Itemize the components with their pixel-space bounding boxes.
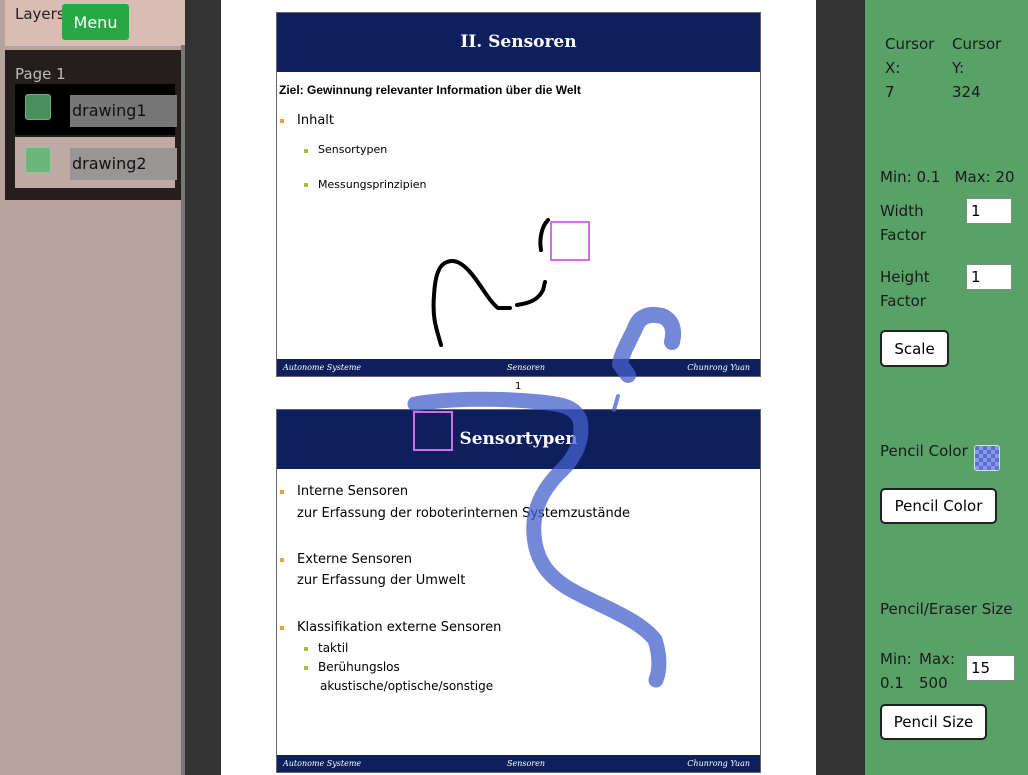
pencil-size-input[interactable] [966, 655, 1015, 681]
layer-item-drawing1[interactable]: drawing1 [15, 84, 177, 135]
bullet-marker [304, 647, 308, 651]
pencil-color-label: Pencil Color [880, 442, 968, 460]
slide-footer: Autonome Systeme Sensoren Chunrong Yuan [277, 755, 760, 772]
layer-color-swatch[interactable] [25, 147, 51, 173]
cursor-y-value: 324 [952, 83, 981, 101]
size-max-label: Max: 500 [919, 650, 956, 692]
pencil-size-button[interactable]: Pencil Size [880, 704, 987, 740]
slide-goal-text: Ziel: Gewinnung relevanter Information ü… [279, 83, 581, 97]
width-factor-label: Width Factor [880, 202, 926, 244]
cursor-y-label: Cursor Y: [952, 35, 1002, 77]
sub-bullet-desc: akustische/optische/sonstige [320, 679, 494, 693]
scale-button[interactable]: Scale [880, 330, 949, 367]
layer-name-field[interactable]: drawing1 [70, 95, 177, 127]
pencil-size-label: Pencil/Eraser Size [880, 600, 1013, 618]
pencil-color-button[interactable]: Pencil Color [880, 488, 997, 524]
height-factor-label: Height Factor [880, 268, 930, 310]
bullet-desc: zur Erfassung der Umwelt [297, 573, 466, 588]
slide-title: II. Sensoren [277, 13, 760, 72]
slide-footer: Autonome Systeme Sensoren Chunrong Yuan [277, 359, 760, 376]
layer-name-field[interactable]: drawing2 [70, 148, 177, 180]
bullet-text: Inhalt [297, 113, 334, 128]
layer-color-swatch[interactable] [25, 94, 51, 120]
bullet-text: Externe Sensoren [297, 552, 413, 567]
footer-right: Chunrong Yuan [687, 759, 750, 768]
slide-title: Sensortypen [277, 410, 760, 469]
slide-2: Sensortypen Interne Sensoren zur Erfassu… [276, 409, 761, 773]
bullet-text: Klassifikation externe Sensoren [297, 620, 502, 635]
sub-bullet-text: Berühungslos [318, 660, 400, 674]
sub-bullet-text: taktil [318, 641, 349, 655]
bullet-text: Interne Sensoren [297, 484, 409, 499]
scale-range-label: Min: 0.1 Max: 20 [880, 168, 1015, 186]
menu-button[interactable]: Menu [62, 4, 129, 40]
footer-center: Sensoren [507, 363, 545, 372]
footer-center: Sensoren [507, 759, 545, 768]
height-factor-input[interactable] [966, 264, 1012, 290]
slide-1: II. Sensoren Ziel: Gewinnung relevanter … [276, 12, 761, 377]
width-factor-input[interactable] [966, 198, 1012, 224]
page-number: 1 [515, 381, 522, 392]
bullet-desc: zur Erfassung der roboterinternen System… [297, 506, 630, 521]
page-title[interactable]: Page 1 [15, 65, 66, 83]
sub-bullet-text: Sensortypen [318, 143, 388, 156]
layers-label: Layers [15, 5, 65, 23]
bullet-marker [280, 626, 284, 630]
layer-item-drawing2[interactable]: drawing2 [15, 137, 177, 188]
bullet-marker [280, 490, 284, 494]
sub-bullet-text: Messungsprinzipien [318, 178, 427, 191]
bullet-marker [304, 666, 308, 670]
size-min-label: Min: 0.1 [880, 650, 912, 692]
footer-left: Autonome Systeme [283, 363, 362, 372]
bullet-marker [304, 183, 308, 187]
cursor-x-value: 7 [885, 83, 895, 101]
bullet-marker [280, 558, 284, 562]
footer-left: Autonome Systeme [283, 759, 362, 768]
footer-right: Chunrong Yuan [687, 363, 750, 372]
pencil-color-swatch[interactable] [974, 445, 1000, 471]
bullet-marker [280, 119, 284, 123]
bullet-marker [304, 149, 308, 153]
cursor-x-label: Cursor X: [885, 35, 935, 77]
